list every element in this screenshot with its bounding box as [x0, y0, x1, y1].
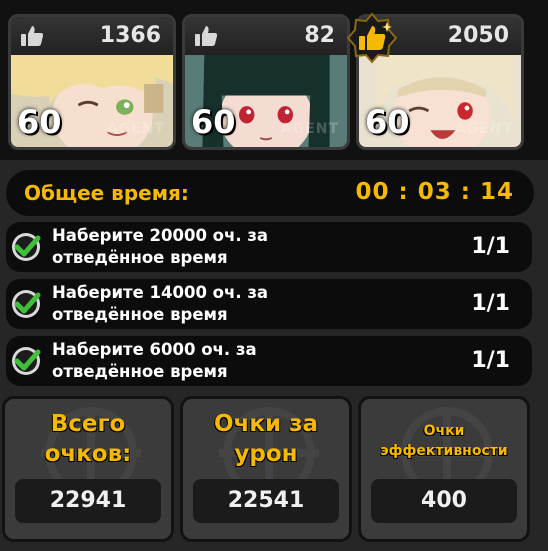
- agent-watermark: AGENT: [106, 121, 165, 137]
- agent-level: 60: [191, 103, 236, 141]
- agent-level: 60: [17, 103, 62, 141]
- panel-value: 22941: [15, 479, 161, 523]
- panel-title-line-1: Всего: [50, 411, 126, 437]
- mvp-thumbs-up-badge-icon: [346, 12, 398, 64]
- objective-row: Наберите 6000 оч. за отведённое время 1/…: [6, 336, 532, 386]
- objective-progress: 1/1: [471, 291, 510, 316]
- like-count: 2050: [447, 23, 509, 48]
- efficiency-score-panel: Очки эффективности 400: [358, 396, 530, 542]
- agent-card-1[interactable]: 1366 60 AGENT: [8, 14, 176, 150]
- total-score-panel: Всего очков: 22941: [2, 396, 174, 542]
- panel-value: 400: [371, 479, 517, 523]
- objective-text: Наберите 20000 оч. за отведённое время: [52, 225, 352, 269]
- panel-title: Очки эффективности: [361, 421, 527, 461]
- objective-line-1: Наберите 14000 оч. за: [52, 283, 269, 302]
- agent-watermark: AGENT: [280, 121, 339, 137]
- objective-line-1: Наберите 20000 оч. за: [52, 226, 269, 245]
- panel-title-line-1: Очки: [423, 423, 465, 439]
- total-time-bar: Общее время: 00 : 03 : 14: [6, 170, 534, 216]
- panel-title-line-2: урон: [234, 441, 298, 467]
- checkmark-circle-icon: [12, 233, 41, 261]
- like-count: 1366: [99, 23, 161, 48]
- total-time-label: Общее время:: [24, 181, 189, 205]
- agent-card-2[interactable]: 82 60 AGENT: [182, 14, 350, 150]
- agent-watermark: AGENT: [454, 121, 513, 137]
- objective-text: Наберите 14000 оч. за отведённое время: [52, 282, 352, 326]
- panel-value: 22541: [193, 479, 339, 523]
- panel-title: Очки за урон: [183, 409, 349, 469]
- agent-cards-row: 1366 60 AGENT 82 60 AGENT 2050 60 AGENT: [0, 0, 548, 160]
- checkmark-circle-icon: [12, 347, 41, 375]
- objective-line-1: Наберите 6000 оч. за: [52, 340, 257, 359]
- total-time-value: 00 : 03 : 14: [355, 179, 514, 205]
- panel-title-line-2: эффективности: [380, 443, 508, 459]
- panel-title-line-1: Очки за: [214, 411, 318, 437]
- objective-line-2: отведённое время: [52, 305, 228, 324]
- thumbs-up-icon: [21, 26, 44, 46]
- agent-level: 60: [365, 103, 410, 141]
- objective-line-2: отведённое время: [52, 362, 228, 381]
- like-count: 82: [304, 23, 335, 48]
- panel-title: Всего очков:: [5, 409, 171, 469]
- thumbs-up-icon: [195, 26, 218, 46]
- objective-row: Наберите 14000 оч. за отведённое время 1…: [6, 279, 532, 329]
- objective-row: Наберите 20000 оч. за отведённое время 1…: [6, 222, 532, 272]
- damage-score-panel: Очки за урон 22541: [180, 396, 352, 542]
- checkmark-circle-icon: [12, 290, 41, 318]
- objective-progress: 1/1: [471, 348, 510, 373]
- objective-progress: 1/1: [471, 234, 510, 259]
- panel-title-line-2: очков:: [44, 441, 132, 467]
- objective-line-2: отведённое время: [52, 248, 228, 267]
- objective-text: Наберите 6000 оч. за отведённое время: [52, 339, 352, 383]
